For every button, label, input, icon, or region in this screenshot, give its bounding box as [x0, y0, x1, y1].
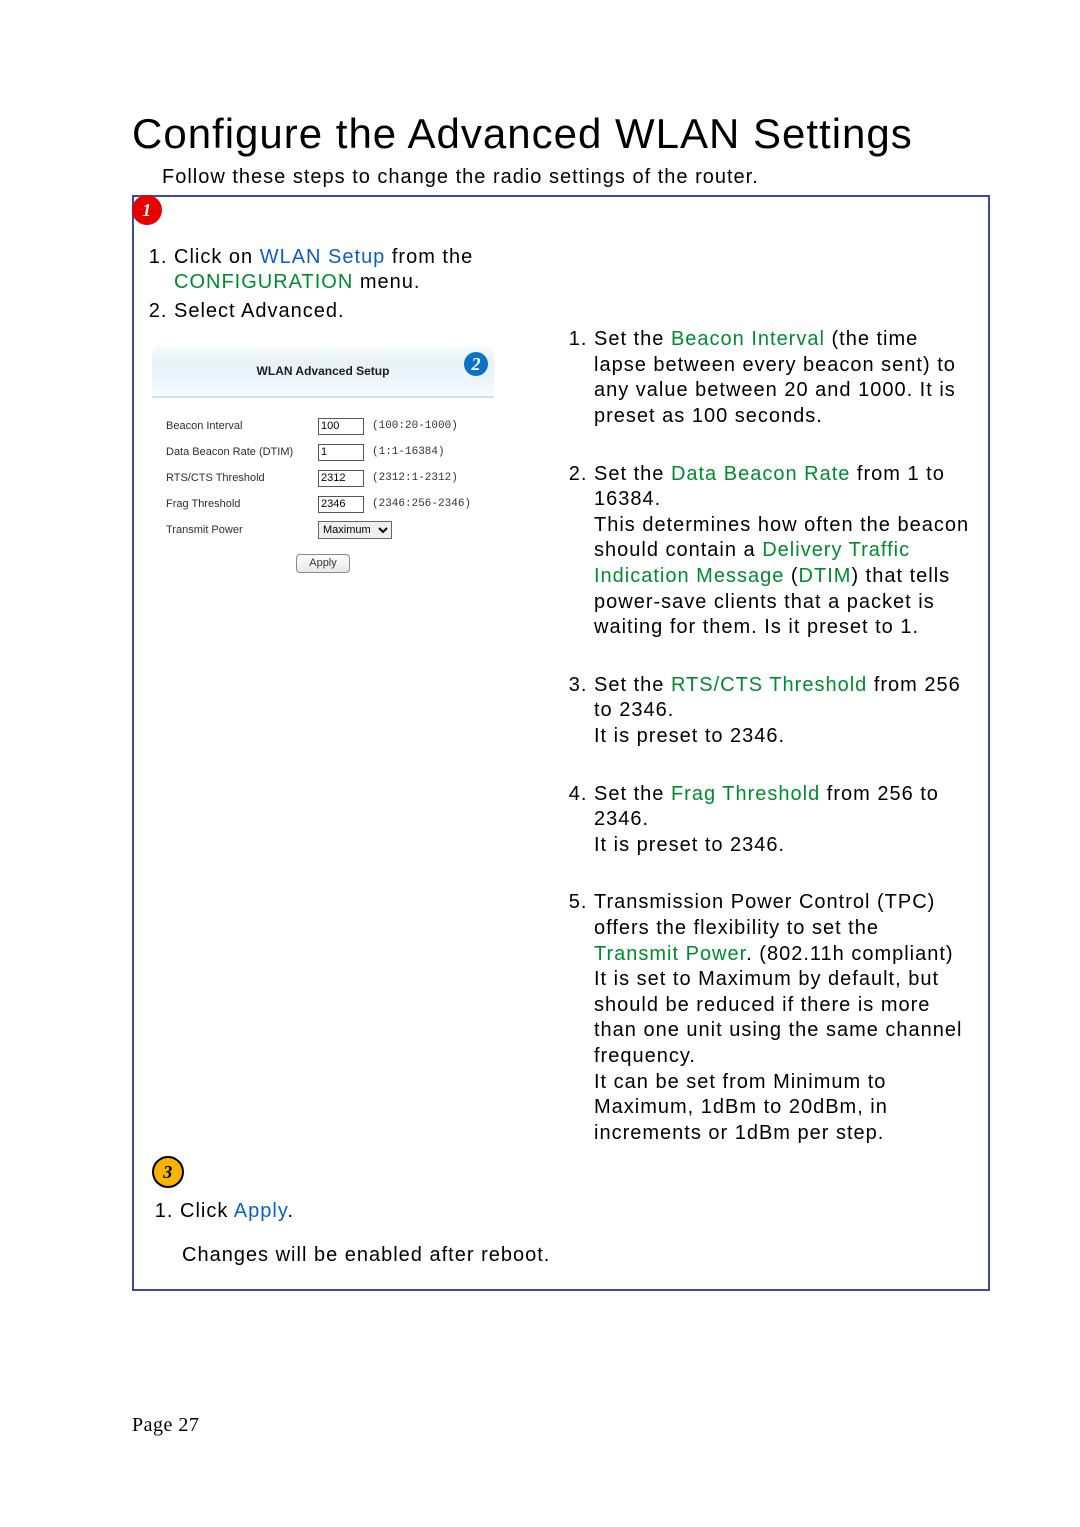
frag-hint: (2346:256-2346) [372, 498, 471, 510]
instruction-frame: 1 Click on WLAN Setup from the CONFIGURA… [132, 195, 990, 1291]
wlan-setup-link[interactable]: WLAN Setup [260, 246, 386, 268]
frag-input[interactable] [318, 496, 364, 513]
row-tx-power: Transmit Power Maximum [166, 518, 480, 542]
row-dtim: Data Beacon Rate (DTIM) (1:1-16384) [166, 440, 480, 464]
dtim-hint: (1:1-16384) [372, 446, 445, 458]
apply-link[interactable]: Apply [234, 1200, 288, 1222]
rts-hint: (2312:1-2312) [372, 472, 458, 484]
step3-block: 3 Click Apply. Changes will be enabled a… [152, 1156, 970, 1267]
tx-power-select[interactable]: Maximum [318, 521, 392, 539]
reboot-note: Changes will be enabled after reboot. [182, 1244, 970, 1267]
dtim-input[interactable] [318, 444, 364, 461]
configuration-term: CONFIGURATION [174, 271, 353, 293]
beacon-interval-term: Beacon Interval [671, 328, 825, 350]
frag-term: Frag Threshold [671, 783, 820, 805]
panel-header: WLAN Advanced Setup 2 [152, 346, 494, 398]
data-beacon-rate-term: Data Beacon Rate [671, 463, 850, 485]
rts-term: RTS/CTS Threshold [671, 674, 867, 696]
right-step-3: Set the RTS/CTS Threshold from 256 to 23… [594, 673, 970, 750]
right-steps: Set the Beacon Interval (the time lapse … [556, 327, 970, 1146]
beacon-interval-label: Beacon Interval [166, 420, 318, 432]
row-rts: RTS/CTS Threshold (2312:1-2312) [166, 466, 480, 490]
page-number: Page 27 [132, 1414, 199, 1437]
dtim-label: Data Beacon Rate (DTIM) [166, 446, 318, 458]
step-badge-2: 2 [464, 352, 488, 376]
intro-text: Follow these steps to change the radio s… [162, 166, 990, 189]
right-step-4: Set the Frag Threshold from 256 to 2346.… [594, 782, 970, 859]
right-step-5: Transmission Power Control (TPC) offers … [594, 890, 970, 1146]
beacon-interval-hint: (100:20-1000) [372, 420, 458, 432]
rts-input[interactable] [318, 470, 364, 487]
panel-title: WLAN Advanced Setup [257, 364, 390, 378]
transmit-power-term: Transmit Power [594, 943, 746, 965]
page-title: Configure the Advanced WLAN Settings [132, 110, 990, 158]
apply-button[interactable]: Apply [296, 554, 350, 573]
left-steps: Click on WLAN Setup from the CONFIGURATI… [152, 245, 532, 324]
row-beacon-interval: Beacon Interval (100:20-1000) [166, 414, 480, 438]
dtim-term-short: DTIM [799, 565, 852, 587]
left-step-2: Select Advanced. [174, 299, 532, 324]
wlan-advanced-panel: WLAN Advanced Setup 2 Beacon Interval (1… [152, 346, 494, 589]
row-frag: Frag Threshold (2346:256-2346) [166, 492, 480, 516]
right-step-1: Set the Beacon Interval (the time lapse … [594, 327, 970, 429]
frag-label: Frag Threshold [166, 498, 318, 510]
step3-item-1: Click Apply. [180, 1198, 970, 1224]
right-step-2: Set the Data Beacon Rate from 1 to 16384… [594, 462, 970, 641]
rts-label: RTS/CTS Threshold [166, 472, 318, 484]
beacon-interval-input[interactable] [318, 418, 364, 435]
tx-power-label: Transmit Power [166, 524, 318, 536]
step-badge-3: 3 [152, 1156, 184, 1188]
left-step-1: Click on WLAN Setup from the CONFIGURATI… [174, 245, 532, 295]
